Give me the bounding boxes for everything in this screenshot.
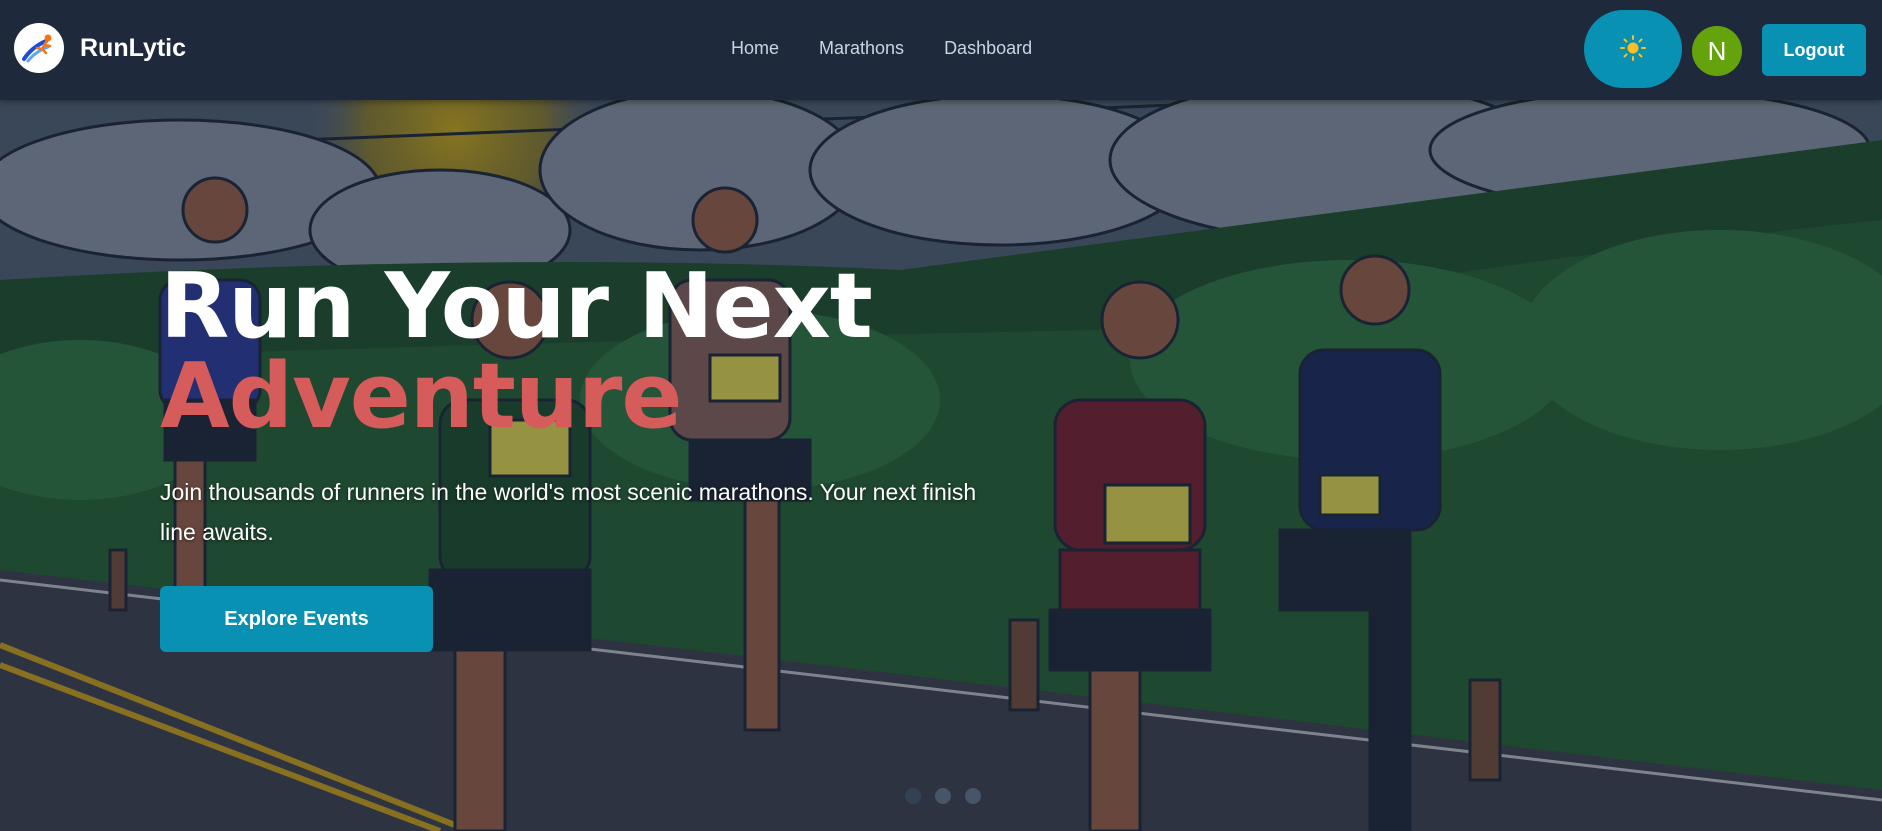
- hero-banner: Run Your Next Adventure Join thousands o…: [0, 100, 1882, 831]
- carousel-dot-3[interactable]: [965, 788, 981, 804]
- theme-toggle-button[interactable]: [1584, 10, 1682, 88]
- brand[interactable]: RunLytic: [14, 23, 186, 73]
- hero-title: Run Your Next Adventure: [160, 262, 1020, 442]
- explore-events-button[interactable]: Explore Events: [160, 586, 433, 652]
- hero-title-accent: Adventure: [160, 344, 682, 449]
- hero-content: Run Your Next Adventure Join thousands o…: [160, 262, 1020, 552]
- runner-logo-icon[interactable]: [14, 23, 64, 73]
- navbar: RunLytic Home Marathons Dashboard N Logo…: [0, 0, 1882, 100]
- nav-link-dashboard[interactable]: Dashboard: [944, 38, 1032, 59]
- carousel-dot-2[interactable]: [935, 788, 951, 804]
- carousel-dot-1[interactable]: [905, 788, 921, 804]
- main-nav: Home Marathons Dashboard: [731, 38, 1032, 59]
- logout-button[interactable]: Logout: [1762, 24, 1866, 76]
- brand-name[interactable]: RunLytic: [80, 34, 186, 63]
- nav-link-marathons[interactable]: Marathons: [819, 38, 904, 59]
- hero-subtitle: Join thousands of runners in the world's…: [160, 479, 977, 545]
- carousel-indicators: [905, 788, 981, 804]
- sun-icon: [1619, 34, 1647, 65]
- user-avatar[interactable]: N: [1692, 26, 1742, 76]
- nav-link-home[interactable]: Home: [731, 38, 779, 59]
